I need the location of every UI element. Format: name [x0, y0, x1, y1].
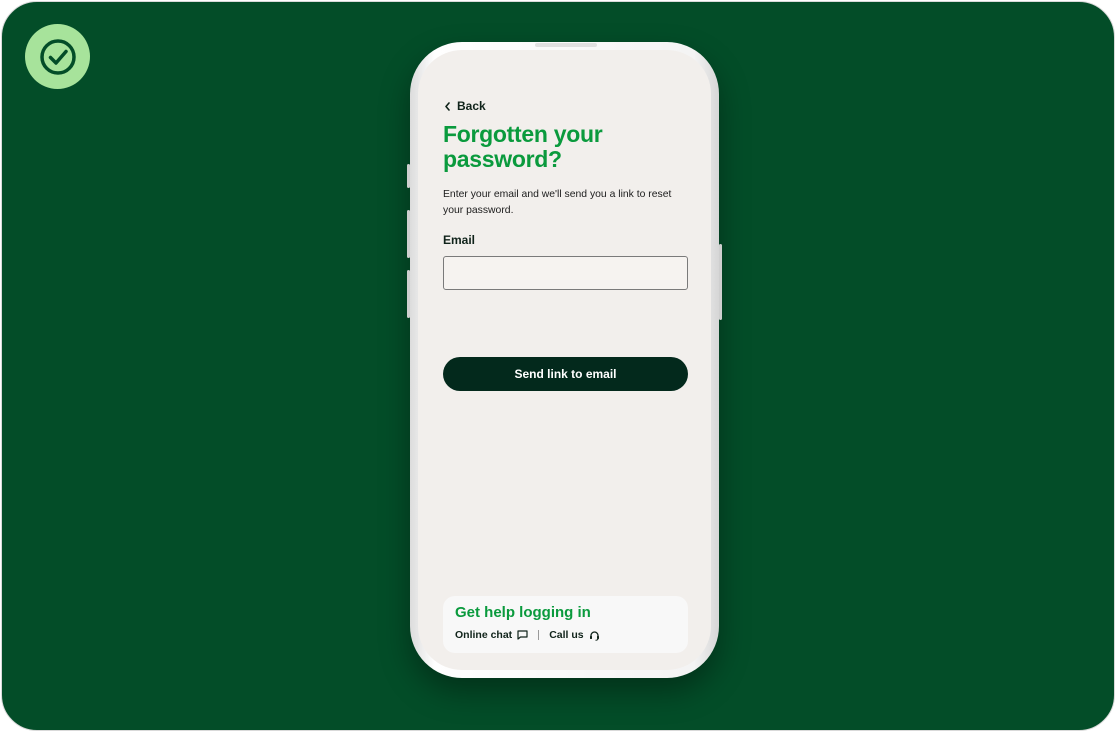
help-divider — [538, 630, 540, 640]
check-badge — [25, 24, 90, 89]
check-circle-icon — [39, 38, 76, 75]
back-link[interactable]: Back — [444, 99, 486, 113]
help-links: Online chat Call us — [455, 629, 600, 641]
page-title: Forgotten your password? — [443, 121, 603, 172]
phone-volume-down — [407, 270, 410, 318]
email-field[interactable] — [443, 256, 688, 290]
phone-power-button — [719, 244, 722, 320]
back-label: Back — [457, 99, 486, 113]
help-title: Get help logging in — [455, 604, 591, 621]
online-chat-link[interactable]: Online chat — [455, 629, 528, 641]
call-us-link[interactable]: Call us — [549, 629, 599, 641]
phone-volume-up — [407, 210, 410, 258]
phone-mockup: Back Forgotten your password? Enter your… — [407, 42, 722, 678]
background-canvas: Back Forgotten your password? Enter your… — [1, 1, 1115, 731]
call-us-label: Call us — [549, 629, 584, 641]
online-chat-label: Online chat — [455, 629, 513, 641]
send-link-button[interactable]: Send link to email — [443, 357, 688, 391]
headset-icon — [589, 630, 599, 641]
help-card: Get help logging in Online chat Call us — [443, 596, 688, 653]
email-label: Email — [443, 233, 476, 247]
phone-side-button — [407, 164, 410, 188]
phone-speaker — [535, 43, 597, 47]
chat-bubble-icon — [517, 630, 528, 640]
phone-screen: Back Forgotten your password? Enter your… — [418, 50, 711, 670]
chevron-left-icon — [445, 101, 450, 111]
page-description: Enter your email and we'll send you a li… — [443, 189, 672, 216]
